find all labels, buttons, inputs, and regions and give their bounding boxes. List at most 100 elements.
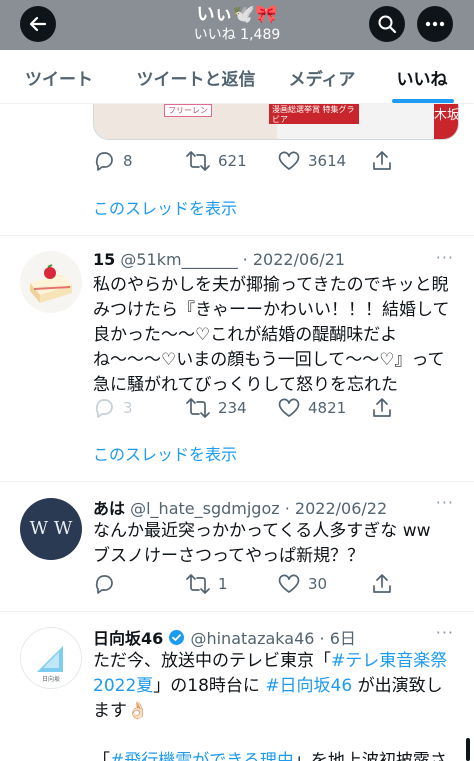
reply-icon bbox=[95, 399, 113, 418]
tweet-text-line: 急に騒がれてびっくりして怒りを忘れた bbox=[93, 375, 398, 395]
tweet-text: なんか最近突っかかってくる人多すぎな ww ブスノけーさつってやっぱ新規？？ bbox=[93, 519, 458, 569]
retweet-button[interactable]: 234 bbox=[186, 396, 247, 420]
retweet-icon bbox=[186, 574, 210, 594]
tweet-text-line: ただ今、放送中のテレビ東京「#テレ東音楽祭 bbox=[93, 649, 458, 674]
search-icon bbox=[378, 15, 397, 34]
tweet-actions: 8 621 3614 bbox=[93, 149, 453, 173]
search-button[interactable] bbox=[369, 6, 405, 42]
tweet-text-line: みつけたら『きゃーーかわいい！！！結婚して bbox=[93, 300, 450, 320]
tweet-date[interactable]: 2022/06/21 bbox=[253, 250, 345, 269]
tweet-text-line: 良かった〜〜♡これが結婚の醍醐味だよ bbox=[93, 325, 398, 345]
heart-icon bbox=[278, 574, 300, 593]
tweet-more-icon[interactable]: ··· bbox=[436, 248, 454, 267]
share-icon bbox=[373, 151, 391, 170]
share-button[interactable] bbox=[372, 396, 392, 420]
tweet-text-line: なんか最近突っかかってくる人多すぎな ww bbox=[93, 521, 431, 541]
display-name[interactable]: あは bbox=[93, 499, 125, 518]
media-banner: 漫画総選挙賞 特集グラビア bbox=[269, 104, 359, 124]
heart-icon bbox=[278, 151, 300, 170]
reply-button[interactable]: 3 bbox=[93, 396, 133, 420]
like-button[interactable]: 30 bbox=[278, 572, 327, 596]
retweet-button[interactable]: 621 bbox=[186, 149, 247, 173]
tweet-text-line: 2022夏」の18時台に #日向坂46 が出演致し bbox=[93, 674, 458, 699]
tweet-text-line: 「#飛行機雲ができる理由」を地上波初披露させ bbox=[93, 749, 458, 761]
tweet-card[interactable]: 日向坂 日向坂46 @hinatazaka46 · 6日 ··· ただ今、放送中… bbox=[0, 612, 474, 761]
retweet-count: 234 bbox=[218, 399, 247, 417]
tab-tweets-and-replies[interactable]: ツイートと返信 bbox=[118, 50, 274, 104]
handle[interactable]: @l_hate_sgdmjgoz bbox=[130, 499, 280, 518]
reply-count: 8 bbox=[123, 152, 133, 170]
tab-tweets[interactable]: ツイート bbox=[0, 50, 118, 104]
tweet-meta: あは @l_hate_sgdmjgoz · 2022/06/22 bbox=[93, 495, 387, 519]
reply-button[interactable] bbox=[93, 572, 123, 596]
text-segment: ただ今、放送中のテレビ東京「 bbox=[93, 651, 331, 671]
tweet-text: 私のやらかしを夫が揶揄ってきたのでキッと睨 みつけたら『きゃーーかわいい！！！結… bbox=[93, 273, 458, 398]
retweet-icon bbox=[186, 151, 210, 171]
profile-tabs: ツイート ツイートと返信 メディア いいね bbox=[0, 50, 474, 104]
hashtag-link[interactable]: 2022夏 bbox=[93, 676, 153, 696]
share-button[interactable] bbox=[372, 149, 392, 173]
avatar-text: W W bbox=[29, 518, 73, 539]
text-segment: が出演致し bbox=[352, 676, 443, 696]
reply-count: 3 bbox=[123, 399, 133, 417]
tweet-text: ただ今、放送中のテレビ東京「#テレ東音楽祭 2022夏」の18時台に #日向坂4… bbox=[93, 649, 458, 761]
tweet-date[interactable]: 2022/06/22 bbox=[295, 499, 387, 518]
reply-icon bbox=[95, 575, 113, 594]
cake-avatar-icon bbox=[30, 264, 72, 303]
hashtag-link[interactable]: #飛行機雲ができる理由 bbox=[110, 751, 294, 761]
tweet-card[interactable]: フリーレン 漫画総選挙賞 特集グラビア 木坂 8 621 3614 このスレッド… bbox=[0, 104, 474, 236]
tweet-more-icon[interactable]: ··· bbox=[436, 493, 454, 512]
like-button[interactable]: 3614 bbox=[278, 149, 346, 173]
tweet-text-line: ます👌🏻 bbox=[93, 701, 149, 721]
reply-icon bbox=[95, 152, 113, 171]
avatar[interactable]: W W bbox=[20, 498, 82, 560]
show-thread-link[interactable]: このスレッドを表示 bbox=[93, 441, 237, 465]
hashtag-link[interactable]: #日向坂46 bbox=[265, 676, 352, 696]
tweet-card[interactable]: W W あは @l_hate_sgdmjgoz · 2022/06/22 ···… bbox=[0, 482, 474, 612]
tweet-actions: 1 30 bbox=[93, 572, 453, 596]
separator: · bbox=[242, 250, 248, 269]
scrollbar[interactable] bbox=[466, 738, 470, 761]
tweet-media[interactable]: フリーレン 漫画総選挙賞 特集グラビア 木坂 bbox=[93, 104, 459, 140]
tweet-card[interactable]: 15 @51km_______ · 2022/06/21 ··· 私のやらかしを… bbox=[0, 236, 474, 482]
profile-header: いぃ🕊️🎀 いいね 1,489 bbox=[0, 0, 474, 50]
handle[interactable]: @hinatazaka46 bbox=[190, 629, 314, 648]
share-icon bbox=[373, 398, 391, 417]
media-caption: フリーレン bbox=[164, 104, 212, 117]
more-icon bbox=[425, 21, 445, 27]
separator: · bbox=[319, 629, 325, 648]
display-name[interactable]: 15 bbox=[93, 250, 115, 269]
tweet-actions: 3 234 4821 bbox=[93, 396, 453, 420]
tab-likes[interactable]: いいね bbox=[370, 50, 474, 104]
tweet-text-line bbox=[93, 724, 458, 749]
retweet-button[interactable]: 1 bbox=[186, 572, 228, 596]
retweet-icon bbox=[186, 398, 210, 418]
text-segment: 「 bbox=[93, 751, 110, 761]
avatar-text: 日向坂 bbox=[41, 676, 60, 683]
tweet-text-line: ブスノけーさつってやっぱ新規？？ bbox=[93, 546, 365, 566]
like-count: 3614 bbox=[308, 152, 347, 170]
tweet-meta: 15 @51km_______ · 2022/06/21 bbox=[93, 250, 345, 269]
avatar[interactable] bbox=[20, 251, 82, 313]
retweet-count: 1 bbox=[218, 575, 228, 593]
reply-button[interactable]: 8 bbox=[93, 149, 133, 173]
like-button[interactable]: 4821 bbox=[278, 396, 346, 420]
share-icon bbox=[373, 574, 391, 593]
text-segment: 」の18時台に bbox=[153, 676, 266, 696]
tab-media[interactable]: メディア bbox=[274, 50, 370, 104]
hashtag-link[interactable]: #テレ東音楽祭 bbox=[331, 651, 447, 671]
verified-badge-icon bbox=[169, 630, 185, 645]
tweet-meta: 日向坂46 @hinatazaka46 · 6日 bbox=[93, 625, 356, 649]
tweet-text-line: 私のやらかしを夫が揶揄ってきたのでキッと睨 bbox=[93, 275, 449, 295]
avatar[interactable]: 日向坂 bbox=[20, 627, 82, 689]
tweet-more-icon[interactable]: ··· bbox=[436, 623, 454, 642]
display-name[interactable]: 日向坂46 bbox=[93, 629, 163, 648]
like-count: 30 bbox=[308, 575, 328, 593]
tweet-date[interactable]: 6日 bbox=[330, 629, 356, 648]
share-button[interactable] bbox=[372, 572, 392, 596]
heart-icon bbox=[278, 398, 300, 417]
show-thread-link[interactable]: このスレッドを表示 bbox=[93, 195, 237, 219]
more-button[interactable] bbox=[417, 6, 453, 42]
active-tab-indicator bbox=[392, 99, 454, 103]
handle[interactable]: @51km_______ bbox=[120, 250, 237, 269]
